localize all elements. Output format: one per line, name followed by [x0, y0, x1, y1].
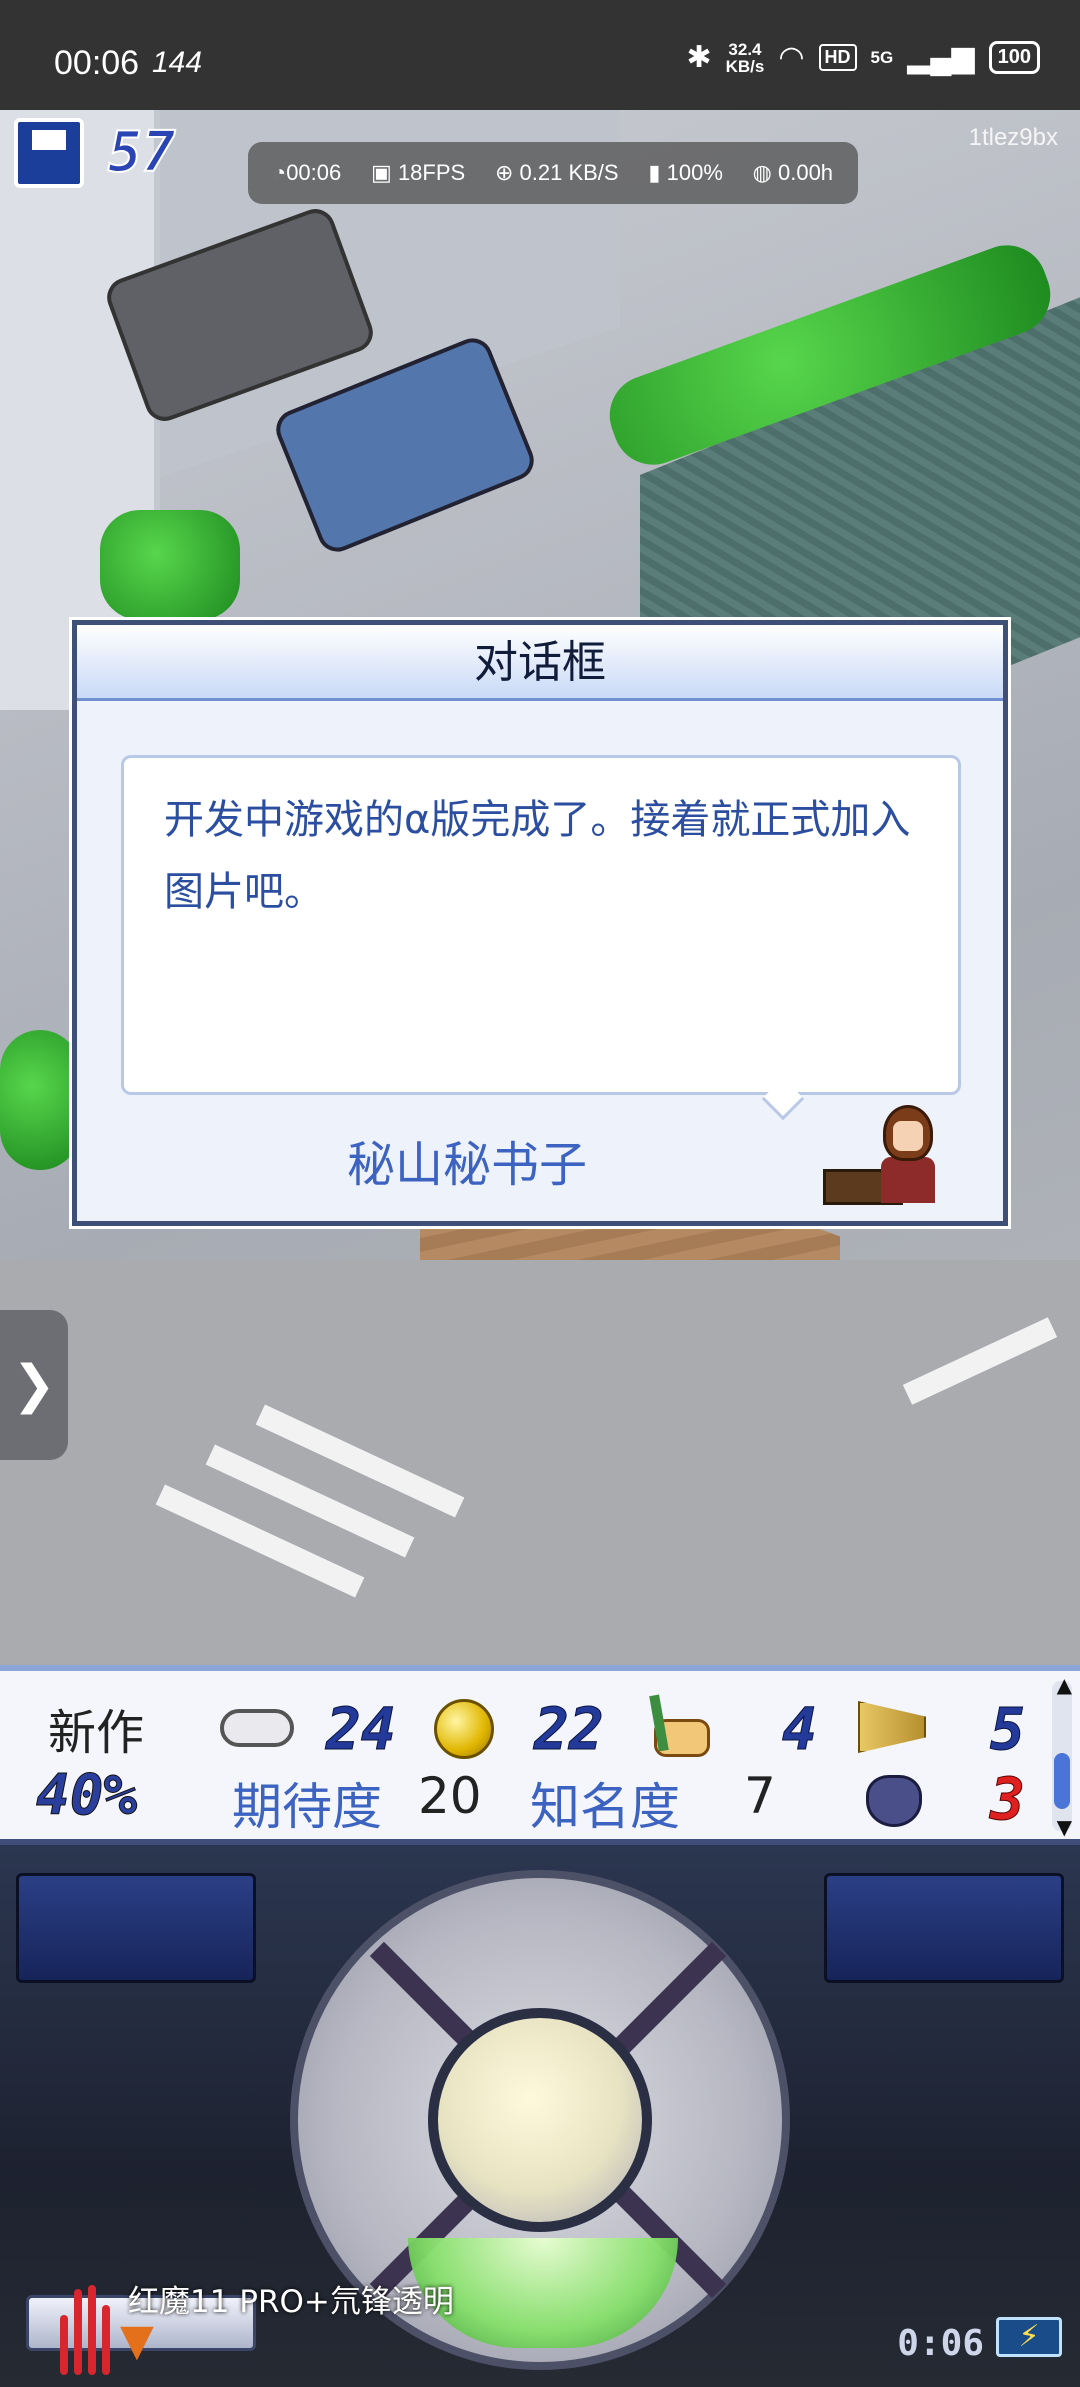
shrub-left: [0, 1030, 80, 1170]
charging-icon: ⚡: [996, 2317, 1062, 2357]
hd-badge: HD: [818, 44, 857, 71]
status-time: 00:06: [54, 44, 140, 82]
trumpet-icon: [858, 1701, 926, 1753]
progress-percent: 40%: [35, 1763, 138, 1829]
secretary-avatar: [823, 1105, 943, 1205]
speech-caret: [761, 1077, 805, 1121]
save-icon[interactable]: [14, 118, 84, 188]
user-id: 1tlez9bx: [968, 124, 1058, 151]
arrow-down-icon: ▼: [120, 2315, 154, 2366]
avatar-body: [881, 1157, 935, 1203]
dialog-speaker: 秘山秘书子: [346, 1137, 587, 1193]
status-bar: 00:06 144 ✱ 32.4 KB/s ◠ HD 5G ▂▄▆ 100: [0, 0, 1080, 110]
game-clock: 0:06: [897, 2323, 984, 2364]
dialog-title: 对话框: [77, 625, 1003, 701]
new-game-label: 新作: [48, 1705, 145, 1761]
bluetooth-icon: ✱: [686, 41, 712, 74]
wifi-icon: ◠: [778, 41, 805, 74]
dialog-box[interactable]: 对话框 开发中游戏的α版完成了。接着就正式加入图片吧。 秘山秘书子: [69, 617, 1011, 1229]
net-speed-unit: KB/s: [725, 56, 765, 76]
avatar-face: [893, 1121, 923, 1151]
tree: [100, 510, 240, 620]
right-shoulder-button[interactable]: [824, 1873, 1064, 1983]
bug-icon: [866, 1775, 922, 1827]
perf-battery: ▮ 100%: [648, 160, 723, 185]
dialog-message-box: 开发中游戏的α版完成了。接着就正式加入图片吧。: [121, 755, 961, 1121]
signal-bars-icon: ▂▄▆: [907, 41, 975, 74]
fame-value: 7: [744, 1767, 776, 1825]
stats-bar[interactable]: 新作 40% 24 22 4 5 期待度 20 知名度 7 3 ▲ ▼: [0, 1665, 1080, 1845]
perf-fps: ▣ 18FPS: [371, 160, 466, 185]
street-corner: [0, 1260, 1080, 1665]
gamepad-icon: [220, 1709, 294, 1747]
perf-net: ⊕ 0.21 KB/S: [494, 160, 619, 185]
creativity-value: 22: [534, 1695, 605, 1764]
status-icons: ✱ 32.4 KB/s ◠ HD 5G ▂▄▆ 100: [686, 40, 1040, 75]
signal-label: 5G: [870, 48, 894, 67]
refresh-rate: 144: [152, 46, 203, 79]
fame-label: 知名度: [530, 1778, 680, 1836]
coin-icon: [434, 1699, 494, 1759]
dial-center-button[interactable]: [428, 2008, 652, 2232]
side-panel-toggle[interactable]: ❯: [0, 1310, 68, 1460]
net-speed-value: 32.4: [728, 39, 762, 59]
battery-indicator: 100: [988, 41, 1040, 74]
device-watermark: 红魔11 PRO+氘锋透明: [128, 2284, 454, 2320]
bugs-value: 3: [990, 1765, 1026, 1834]
expectation-label: 期待度: [232, 1778, 382, 1836]
scroll-down-icon[interactable]: ▼: [1057, 1815, 1072, 1839]
scroll-up-icon[interactable]: ▲: [1057, 1673, 1072, 1697]
fun-value: 24: [326, 1695, 397, 1764]
performance-overlay: ◔00:06 ▣ 18FPS ⊕ 0.21 KB/S ▮ 100% ◍ 0.00…: [248, 142, 858, 204]
save-count: 57: [107, 119, 176, 186]
perf-time: ◔00:06: [272, 160, 342, 185]
redmagic-logo: [56, 2285, 120, 2375]
sound-value: 5: [990, 1695, 1026, 1764]
dialog-message: 开发中游戏的α版完成了。接着就正式加入图片吧。: [164, 797, 911, 915]
perf-hours: ◍ 0.00h: [752, 160, 834, 185]
stats-scroll-thumb[interactable]: [1054, 1753, 1070, 1809]
net-speed: 32.4 KB/s: [726, 41, 765, 75]
graphics-value: 4: [782, 1695, 818, 1764]
chevron-right-icon: ❯: [12, 1355, 56, 1415]
expectation-value: 20: [418, 1767, 482, 1825]
left-shoulder-button[interactable]: [16, 1873, 256, 1983]
paint-palette-icon: [648, 1694, 712, 1759]
